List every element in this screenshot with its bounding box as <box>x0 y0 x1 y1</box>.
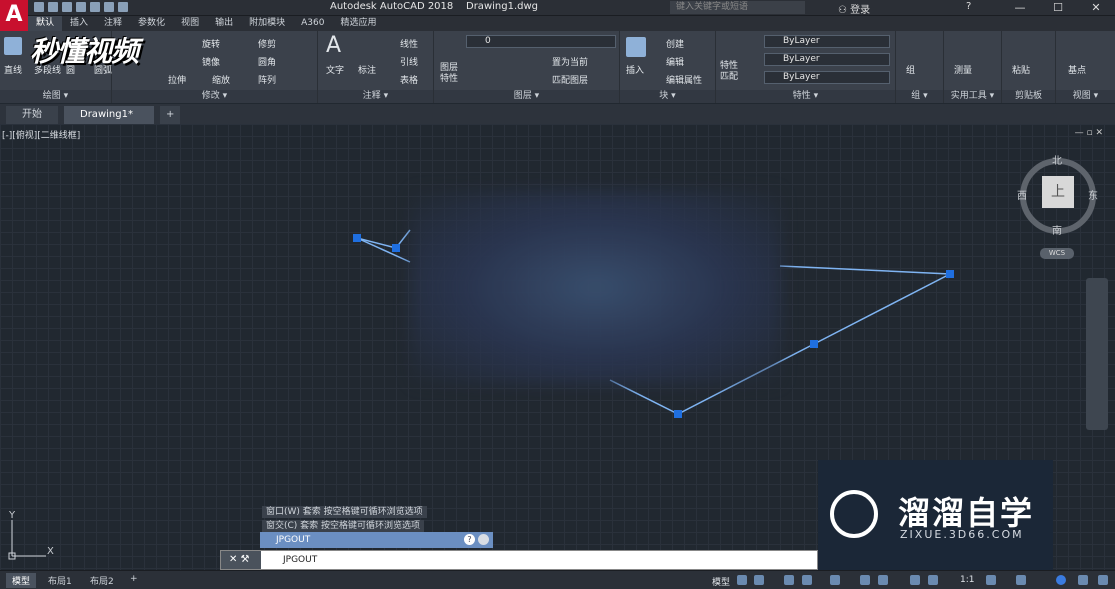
viewcube-top-face[interactable]: 上 <box>1042 176 1074 208</box>
grid-icon[interactable] <box>737 575 747 585</box>
play-logo-icon <box>830 490 878 538</box>
clean-screen-icon[interactable] <box>1078 575 1088 585</box>
help-icon[interactable]: ? <box>464 534 475 545</box>
isodraft-icon[interactable] <box>830 575 840 585</box>
grip-point[interactable] <box>353 234 361 242</box>
hardware-acceleration-icon[interactable] <box>1056 575 1066 585</box>
workspace-gear-icon[interactable] <box>986 575 996 585</box>
layout-tab-1[interactable]: 布局1 <box>42 573 78 588</box>
polyline-segment[interactable] <box>356 229 411 249</box>
object-snap-icon[interactable] <box>878 575 888 585</box>
model-space-toggle[interactable]: 模型 <box>712 575 730 588</box>
grip-point[interactable] <box>674 410 682 418</box>
navigation-bar[interactable] <box>1086 278 1108 430</box>
grip-point[interactable] <box>392 244 400 252</box>
grip-point[interactable] <box>946 270 954 278</box>
wcs-menu[interactable]: WCS <box>1040 248 1074 259</box>
grip-point[interactable] <box>810 340 818 348</box>
annotation-monitor-icon[interactable] <box>1016 575 1026 585</box>
customization-menu-icon[interactable] <box>1098 575 1108 585</box>
annotation-visibility-icon[interactable] <box>928 575 938 585</box>
command-autocomplete-popup[interactable]: JPGOUT ? <box>260 532 493 548</box>
polar-icon[interactable] <box>802 575 812 585</box>
command-history-line: 窗交(C) 套索 按空格键可循环浏览选项 <box>262 520 425 532</box>
command-input[interactable]: JPGOUT <box>283 555 317 565</box>
compass-east[interactable]: 东 <box>1088 187 1098 202</box>
search-web-icon[interactable] <box>478 534 489 545</box>
autocomplete-item[interactable]: JPGOUT <box>276 535 310 545</box>
ortho-icon[interactable] <box>784 575 794 585</box>
status-bar: 模型 布局1 布局2 + 模型 1:1 <box>0 570 1115 589</box>
object-snap-tracking-icon[interactable] <box>860 575 870 585</box>
layout-tab-model[interactable]: 模型 <box>6 573 37 588</box>
lineweight-icon[interactable] <box>910 575 920 585</box>
brand-watermark: 溜溜自学 ZIXUE.3D66.COM <box>818 460 1053 572</box>
add-layout-button[interactable]: + <box>124 573 144 585</box>
annotation-scale[interactable]: 1:1 <box>960 575 974 585</box>
command-history-line: 窗口(W) 套索 按空格键可循环浏览选项 <box>262 506 427 518</box>
blurred-region <box>410 190 782 385</box>
command-line[interactable]: ✕ ⚒ JPGOUT <box>220 550 818 570</box>
brand-url: ZIXUE.3D66.COM <box>900 528 1024 541</box>
layout-tab-2[interactable]: 布局2 <box>84 573 120 588</box>
compass-south[interactable]: 南 <box>1052 222 1062 237</box>
ucs-y-label: Y <box>9 510 16 521</box>
ucs-x-label: X <box>47 546 54 557</box>
polyline-segment[interactable] <box>356 237 411 263</box>
command-line-controls[interactable]: ✕ ⚒ <box>221 551 261 569</box>
compass-west[interactable]: 西 <box>1017 187 1027 202</box>
compass-north[interactable]: 北 <box>1052 152 1062 167</box>
snap-icon[interactable] <box>754 575 764 585</box>
